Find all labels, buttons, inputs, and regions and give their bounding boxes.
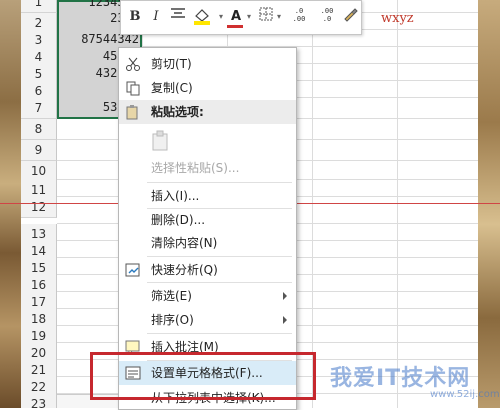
menu-label: 复制(C) [151,81,193,95]
italic-button[interactable]: I [148,7,164,27]
menu-item-sort[interactable]: 排序(O) [119,308,296,332]
paint-bucket-icon [194,9,210,25]
font-color-button[interactable]: A [227,7,245,27]
menu-item-copy[interactable]: 复制(C) [119,76,296,100]
watermark-logo: 我爱IT技术网 [330,366,471,391]
font-color-swatch [227,25,243,28]
column-gridline [312,0,313,408]
desktop-background-right [478,0,500,408]
align-center-button[interactable] [169,7,187,27]
menu-label: 筛选(E) [151,289,192,303]
format-painter-button[interactable] [341,7,359,27]
menu-separator [147,333,292,334]
paste-option-button[interactable] [119,128,296,154]
align-center-icon [171,8,185,18]
decrease-decimal-button[interactable]: .00 .0 [315,7,339,27]
menu-item-delete[interactable]: 删除(D)... [119,208,296,232]
menu-item-filter[interactable]: 筛选(E) [119,284,296,308]
row-header-9[interactable]: 9 [21,140,57,161]
menu-label: 插入(I)... [151,189,200,203]
menu-label: 清除内容(N) [151,236,218,250]
clipboard-icon [152,130,168,151]
menu-item-clear-contents[interactable]: 清除内容(N) [119,231,296,255]
row-header-12[interactable]: 12 [21,197,57,218]
font-color-label: A [230,9,242,24]
desktop-background-left [0,0,21,408]
menu-label: 删除(D)... [151,213,206,227]
font-color-dropdown[interactable]: ▾ [245,7,253,27]
fill-color-button[interactable] [191,7,215,27]
menu-label: 排序(O) [151,313,194,327]
menu-item-cut[interactable]: 剪切(T) [119,52,296,76]
menu-separator [147,256,292,257]
quick-analysis-icon [125,263,140,277]
menu-header-paste-options: 粘贴选项: [119,100,296,124]
watermark-url: www.52ij.com [430,389,500,400]
row-header-7[interactable]: 7 [21,98,57,119]
column-gridline [397,0,398,408]
mini-format-toolbar: B I ▾ A ▾ ▾ .0 .00 .00 .0 [120,0,362,35]
borders-button[interactable] [257,7,275,27]
menu-label: 快速分析(Q) [151,263,218,277]
row-header-1[interactable]: 1 [21,0,57,13]
menu-label: 选择性粘贴(S)... [151,161,240,175]
scissors-icon [126,57,140,71]
cell-text-value[interactable]: wxyz [381,11,414,26]
row-header-10[interactable]: 10 [21,161,57,182]
borders-dropdown[interactable]: ▾ [275,7,283,27]
row-header-8[interactable]: 8 [21,119,57,140]
paste-icon [126,105,138,120]
borders-icon [259,7,273,21]
increase-decimal-button[interactable]: .0 .00 [287,7,311,27]
menu-separator [147,182,292,183]
submenu-arrow-icon [283,292,287,300]
menu-separator [147,282,292,283]
copy-icon [126,81,140,96]
annotation-highlight-box [90,352,316,400]
submenu-arrow-icon [283,316,287,324]
bold-button[interactable]: B [127,7,143,27]
menu-label: 剪切(T) [151,57,192,71]
menu-item-paste-special[interactable]: 选择性粘贴(S)... [119,156,296,180]
format-painter-icon [344,8,358,22]
fill-color-dropdown[interactable]: ▾ [217,7,225,27]
menu-item-insert[interactable]: 插入(I)... [119,184,296,208]
menu-item-quick-analysis[interactable]: 快速分析(Q) [119,258,296,282]
row-header-23[interactable]: 23 [21,394,57,408]
menu-label: 粘贴选项: [151,105,204,119]
